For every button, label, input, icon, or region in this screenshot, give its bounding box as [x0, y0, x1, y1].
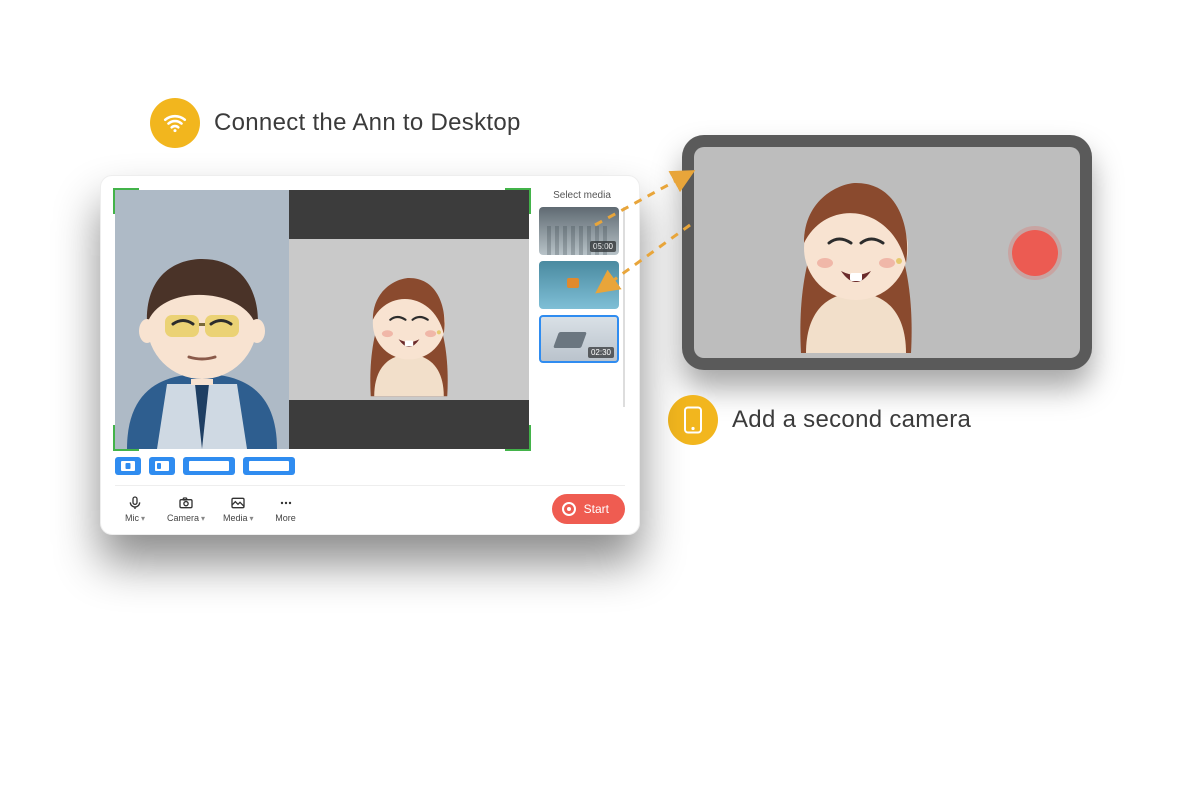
- callout-add-camera: Add a second camera: [668, 395, 971, 445]
- primary-camera-tile[interactable]: [115, 190, 289, 449]
- media-thumb[interactable]: 05:00: [539, 207, 619, 255]
- layout-option-3[interactable]: [183, 457, 235, 475]
- callout-connect-text: Connect the Ann to Desktop: [214, 109, 521, 137]
- layout-option-1[interactable]: [115, 457, 141, 475]
- start-button[interactable]: Start: [552, 494, 625, 524]
- mic-button[interactable]: Mic▾: [115, 494, 155, 524]
- phone-camera-feed: [741, 147, 971, 358]
- start-label: Start: [584, 502, 609, 516]
- layout-option-2[interactable]: [149, 457, 175, 475]
- phone-icon: [668, 395, 718, 445]
- layout-option-4[interactable]: [243, 457, 295, 475]
- media-button[interactable]: Media▾: [217, 494, 260, 524]
- camera-button[interactable]: Camera▾: [161, 494, 211, 524]
- phone-record-button[interactable]: [1012, 230, 1058, 276]
- record-icon: [562, 502, 576, 516]
- mic-label: Mic: [125, 513, 139, 523]
- callout-add-camera-text: Add a second camera: [732, 406, 971, 434]
- chevron-down-icon: ▾: [201, 514, 205, 523]
- media-sidebar: Select media 05:00 02:30: [539, 190, 625, 449]
- recorder-app-window: Select media 05:00 02:30 Mic▾ Camera▾ Me…: [100, 175, 640, 535]
- chevron-down-icon: ▾: [141, 514, 145, 523]
- media-label: Media: [223, 513, 248, 523]
- callout-connect: Connect the Ann to Desktop: [150, 98, 521, 148]
- recording-stage: [115, 190, 529, 449]
- media-thumb-selected[interactable]: 02:30: [539, 315, 619, 363]
- more-label: More: [275, 513, 296, 523]
- avatar-male: [115, 219, 289, 449]
- chevron-down-icon: ▾: [250, 514, 254, 523]
- camera-label: Camera: [167, 513, 199, 523]
- phone-device: [682, 135, 1092, 370]
- phone-screen: [694, 147, 1080, 358]
- wifi-icon: [150, 98, 200, 148]
- media-sidebar-title: Select media: [539, 190, 625, 201]
- more-button[interactable]: More: [266, 494, 306, 524]
- bottom-toolbar: Mic▾ Camera▾ Media▾ More Start: [115, 485, 625, 524]
- secondary-camera-tile[interactable]: [289, 190, 529, 449]
- avatar-female: [329, 250, 489, 400]
- media-thumb[interactable]: [539, 261, 619, 309]
- layout-row: [115, 457, 625, 475]
